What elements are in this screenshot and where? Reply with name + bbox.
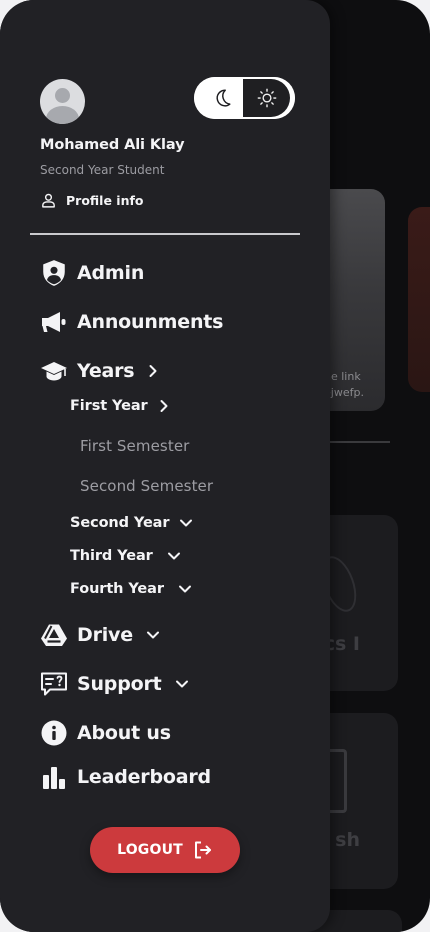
background-hero-text: he link ejwefp. — [324, 370, 364, 399]
user-role: Second Year Student — [40, 163, 165, 177]
dark-mode-option[interactable] — [197, 77, 247, 119]
user-icon — [42, 193, 55, 208]
sun-icon — [257, 88, 276, 108]
chevron-down-icon — [146, 631, 159, 639]
moon-icon — [216, 89, 231, 107]
nav-item-first-year-label: First Year — [70, 398, 148, 414]
nav-item-second-year[interactable]: Second Year — [70, 515, 193, 531]
nav-item-years-label: Years — [77, 360, 135, 382]
chevron-down-icon — [167, 552, 180, 560]
logout-label: LOGOUT — [117, 842, 183, 858]
nav-item-drive-label: Drive — [77, 624, 133, 646]
nav-item-first-semester[interactable]: First Semester — [80, 437, 189, 455]
info-icon — [41, 720, 67, 746]
profile-info-link[interactable]: Profile info — [40, 192, 144, 209]
avatar-shoulders — [46, 106, 79, 124]
nav-item-admin[interactable]: Admin — [40, 259, 144, 287]
logout-button[interactable]: LOGOUT — [90, 827, 240, 873]
profile-info-label: Profile info — [66, 193, 144, 208]
light-mode-option[interactable] — [243, 79, 290, 117]
nav-item-years[interactable]: Years — [40, 357, 160, 385]
support-chat-icon — [41, 672, 67, 696]
chevron-down-icon — [180, 519, 193, 527]
nav-item-fourth-year-label: Fourth Year — [70, 581, 164, 597]
nav-item-second-year-label: Second Year — [70, 515, 170, 531]
logout-icon — [194, 841, 211, 859]
bar-chart-icon — [43, 767, 65, 789]
google-drive-icon — [41, 624, 67, 646]
nav-item-third-year-label: Third Year — [70, 548, 153, 564]
chevron-right-icon — [149, 365, 157, 377]
chevron-down-icon — [178, 585, 191, 593]
background-accent-card — [408, 207, 430, 392]
chevron-right-icon — [160, 400, 168, 412]
nav-item-fourth-year[interactable]: Fourth Year — [70, 581, 192, 597]
nav-item-admin-label: Admin — [77, 262, 145, 284]
nav-item-announcements-label: Announments — [77, 311, 224, 333]
phone-screen: he link ejwefp. cs I sh Mohamed Ali Klay… — [0, 0, 430, 932]
theme-toggle[interactable] — [194, 77, 295, 119]
nav-item-announcements[interactable]: Announments — [40, 308, 223, 336]
nav-item-first-year[interactable]: First Year — [70, 398, 170, 414]
nav-item-second-semester[interactable]: Second Semester — [80, 477, 213, 495]
nav-item-leaderboard[interactable]: Leaderboard — [40, 763, 211, 791]
nav-item-about-label: About us — [77, 722, 171, 744]
nav-item-support-label: Support — [77, 673, 162, 695]
avatar-head — [55, 88, 70, 103]
nav-item-drive[interactable]: Drive — [40, 621, 161, 649]
nav-item-leaderboard-label: Leaderboard — [77, 766, 211, 788]
nav-item-about[interactable]: About us — [40, 719, 171, 747]
navigation-drawer: Mohamed Ali Klay Second Year Student Pro… — [0, 0, 330, 932]
background-subject-label: sh — [335, 829, 360, 851]
graduation-cap-icon — [41, 362, 67, 381]
nav-item-third-year[interactable]: Third Year — [70, 548, 181, 564]
nav-item-support[interactable]: Support — [40, 670, 190, 698]
user-name: Mohamed Ali Klay — [40, 137, 185, 153]
avatar[interactable] — [40, 79, 85, 124]
megaphone-icon — [42, 312, 66, 332]
admin-shield-icon — [43, 260, 65, 286]
chevron-down-icon — [175, 680, 188, 688]
section-divider — [30, 233, 300, 235]
